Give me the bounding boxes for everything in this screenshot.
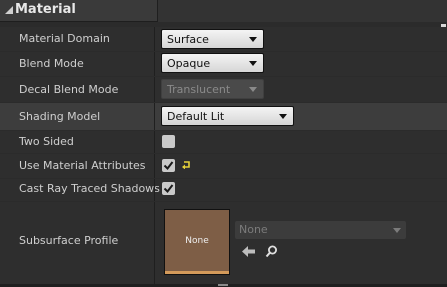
- column-divider: [154, 179, 155, 201]
- subsurface-profile-label: Subsurface Profile: [19, 234, 119, 247]
- checkmark-icon: [163, 184, 174, 194]
- column-divider: [154, 77, 155, 102]
- decal-blend-mode-dropdown: Translucent: [161, 79, 264, 99]
- asset-picker-dropdown[interactable]: None: [235, 221, 406, 239]
- chevron-down-icon: [249, 87, 257, 92]
- section-title: Material: [15, 2, 76, 17]
- column-divider: [154, 154, 155, 178]
- use-material-attributes-label: Use Material Attributes: [19, 159, 146, 172]
- shading-model-dropdown[interactable]: Default Lit: [161, 106, 294, 126]
- resize-handle[interactable]: [218, 284, 228, 286]
- section-header-material[interactable]: Material: [0, 0, 447, 22]
- use-material-attributes-checkbox[interactable]: [162, 159, 175, 172]
- row-decal-blend-mode: Decal Blend Mode Translucent: [0, 77, 447, 102]
- row-material-domain: Material Domain Surface: [0, 27, 447, 51]
- decal-blend-mode-label: Decal Blend Mode: [19, 83, 119, 96]
- material-domain-label: Material Domain: [19, 32, 110, 45]
- reset-to-default-icon[interactable]: [182, 160, 192, 169]
- two-sided-checkbox[interactable]: [162, 135, 175, 148]
- use-selected-arrow-icon[interactable]: [242, 246, 255, 257]
- blend-mode-label: Blend Mode: [19, 57, 84, 70]
- shading-model-value: Default Lit: [167, 110, 225, 123]
- chevron-down-icon: [393, 228, 401, 233]
- row-blend-mode: Blend Mode Opaque: [0, 52, 447, 76]
- column-divider: [154, 27, 155, 51]
- column-divider: [154, 131, 155, 153]
- blend-mode-value: Opaque: [167, 57, 211, 70]
- browse-magnifier-icon[interactable]: [265, 245, 278, 258]
- thumbnail-label: None: [185, 236, 209, 246]
- column-divider: [154, 103, 155, 130]
- asset-type-color-bar: [165, 271, 229, 274]
- two-sided-label: Two Sided: [19, 135, 74, 148]
- asset-thumbnail[interactable]: None: [164, 209, 230, 275]
- material-domain-value: Surface: [167, 33, 209, 46]
- column-divider: [154, 52, 155, 76]
- row-shading-model: Shading Model Default Lit: [0, 103, 447, 130]
- cast-ray-traced-shadows-checkbox[interactable]: [162, 182, 175, 195]
- decal-blend-mode-value: Translucent: [167, 83, 231, 96]
- column-divider: [154, 202, 155, 284]
- cast-ray-traced-shadows-label: Cast Ray Traced Shadows: [19, 182, 160, 195]
- chevron-down-icon: [249, 37, 257, 42]
- chevron-down-icon: [279, 114, 287, 119]
- row-use-material-attributes: Use Material Attributes: [0, 154, 447, 178]
- shading-model-label: Shading Model: [19, 110, 101, 123]
- checkmark-icon: [163, 161, 174, 171]
- collapse-arrow-icon[interactable]: [5, 6, 13, 14]
- material-domain-dropdown[interactable]: Surface: [161, 29, 264, 49]
- row-cast-ray-traced-shadows: Cast Ray Traced Shadows: [0, 179, 447, 201]
- asset-picker-value: None: [239, 223, 268, 236]
- blend-mode-dropdown[interactable]: Opaque: [161, 53, 264, 73]
- header-value-column: [157, 0, 447, 22]
- row-two-sided: Two Sided: [0, 131, 447, 153]
- chevron-down-icon: [249, 61, 257, 66]
